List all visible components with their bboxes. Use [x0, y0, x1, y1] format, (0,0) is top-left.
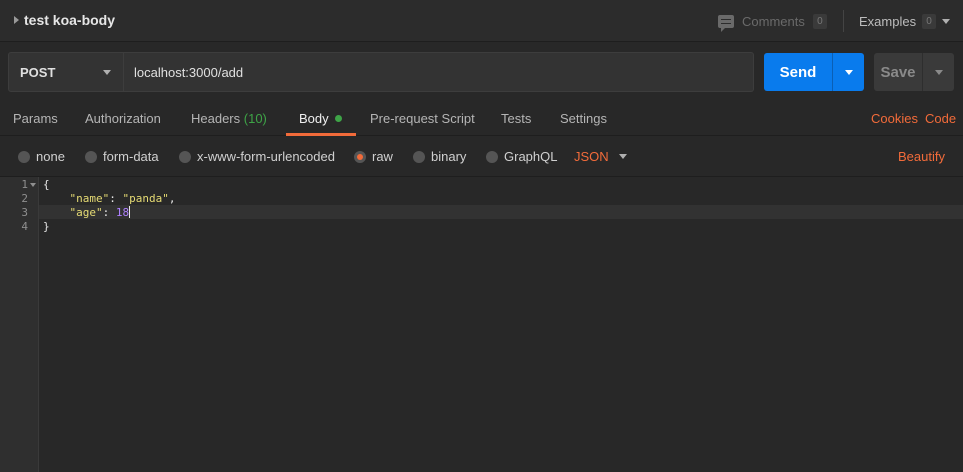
code-token: { — [43, 178, 50, 191]
comment-icon — [718, 14, 734, 32]
body-modified-dot-icon — [334, 115, 342, 122]
url-text: localhost:3000/add — [134, 64, 244, 80]
line-number: 1 — [21, 178, 28, 191]
chevron-down-icon — [844, 69, 853, 75]
body-type-options: none form-data x-www-form-urlencoded raw… — [0, 137, 963, 177]
format-select[interactable]: JSON — [574, 149, 627, 164]
comments-label: Comments — [742, 13, 805, 29]
radio-graphql[interactable]: GraphQL — [486, 149, 557, 164]
line-number: 2 — [21, 192, 28, 205]
radio-icon — [486, 150, 498, 163]
tab-prerequest-script[interactable]: Pre-request Script — [370, 111, 475, 126]
radio-icon — [18, 150, 30, 163]
code-line: { — [43, 178, 50, 191]
examples-label: Examples — [859, 13, 917, 29]
radio-form-data[interactable]: form-data — [85, 149, 159, 164]
code-line: } — [43, 220, 50, 233]
radio-urlencoded[interactable]: x-www-form-urlencoded — [179, 149, 335, 164]
send-label[interactable]: Send — [764, 53, 832, 91]
radio-binary-label: binary — [431, 149, 467, 164]
beautify-button[interactable]: Beautify — [898, 149, 945, 164]
chevron-down-icon — [934, 69, 943, 75]
code-link[interactable]: Code — [925, 111, 956, 126]
method-select[interactable]: POST — [8, 52, 124, 92]
radio-icon — [179, 150, 191, 163]
expand-caret-icon[interactable] — [14, 16, 19, 24]
code-token: , — [168, 192, 176, 205]
url-input[interactable]: localhost:3000/add — [124, 52, 754, 92]
line-number-gutter: 1 2 3 4 — [0, 177, 39, 472]
radio-binary[interactable]: binary — [413, 149, 466, 164]
radio-icon — [85, 150, 97, 163]
json-string: "panda" — [122, 192, 169, 205]
radio-urlencoded-label: x-www-form-urlencoded — [197, 149, 335, 164]
cookies-link[interactable]: Cookies — [871, 111, 918, 126]
tab-body[interactable]: Body — [299, 111, 342, 126]
code-token: : — [109, 192, 123, 205]
radio-raw-label: raw — [372, 149, 393, 164]
fold-caret-icon[interactable] — [30, 183, 36, 187]
radio-selected-icon — [354, 150, 366, 163]
tab-headers-label: Headers — [191, 111, 241, 126]
radio-none[interactable]: none — [18, 149, 65, 164]
tab-headers[interactable]: Headers (10) — [191, 111, 267, 126]
save-button[interactable]: Save — [874, 53, 954, 91]
examples-dropdown[interactable]: Examples 0 — [859, 11, 951, 31]
code-token: } — [43, 220, 50, 233]
tab-tests[interactable]: Tests — [501, 111, 531, 126]
line-number: 3 — [21, 206, 28, 219]
tab-settings[interactable]: Settings — [560, 111, 607, 126]
tab-body-label: Body — [299, 111, 329, 126]
comments-button[interactable]: Comments 0 — [718, 11, 827, 32]
code-line: "age": 18 — [43, 206, 131, 219]
tab-authorization[interactable]: Authorization — [85, 111, 161, 126]
json-key: "name" — [69, 192, 110, 205]
radio-form-data-label: form-data — [103, 149, 159, 164]
json-key: "age" — [69, 206, 103, 219]
json-number: 18 — [115, 206, 130, 219]
active-line-highlight — [39, 205, 963, 219]
line-number: 4 — [21, 220, 28, 233]
radio-raw[interactable]: raw — [354, 149, 393, 164]
save-options-button[interactable] — [923, 53, 954, 91]
text-cursor — [129, 206, 131, 218]
radio-none-label: none — [36, 149, 65, 164]
code-editor[interactable]: 1 2 3 4 { "name": "panda", "age": 18 } — [0, 177, 963, 472]
method-label: POST — [20, 64, 56, 80]
title-bar: test koa-body Comments 0 Examples 0 — [0, 0, 963, 42]
code-token: : — [102, 206, 116, 219]
active-tab-indicator — [286, 133, 356, 136]
headers-count: (10) — [243, 111, 267, 126]
format-label: JSON — [574, 149, 609, 164]
tab-params[interactable]: Params — [13, 111, 58, 126]
chevron-down-icon — [103, 70, 111, 75]
title-divider — [843, 10, 844, 32]
chevron-down-icon — [618, 154, 627, 159]
examples-count-badge: 0 — [922, 13, 937, 29]
request-tabs: Params Authorization Headers (10) Body P… — [0, 102, 963, 136]
save-label[interactable]: Save — [874, 53, 922, 91]
radio-graphql-label: GraphQL — [504, 149, 558, 164]
send-button[interactable]: Send — [764, 53, 864, 91]
comments-count-badge: 0 — [812, 13, 827, 29]
request-title[interactable]: test koa-body — [24, 12, 115, 28]
chevron-down-icon — [942, 18, 951, 24]
radio-icon — [413, 150, 425, 163]
send-options-button[interactable] — [833, 53, 864, 91]
code-line: "name": "panda", — [43, 192, 176, 205]
